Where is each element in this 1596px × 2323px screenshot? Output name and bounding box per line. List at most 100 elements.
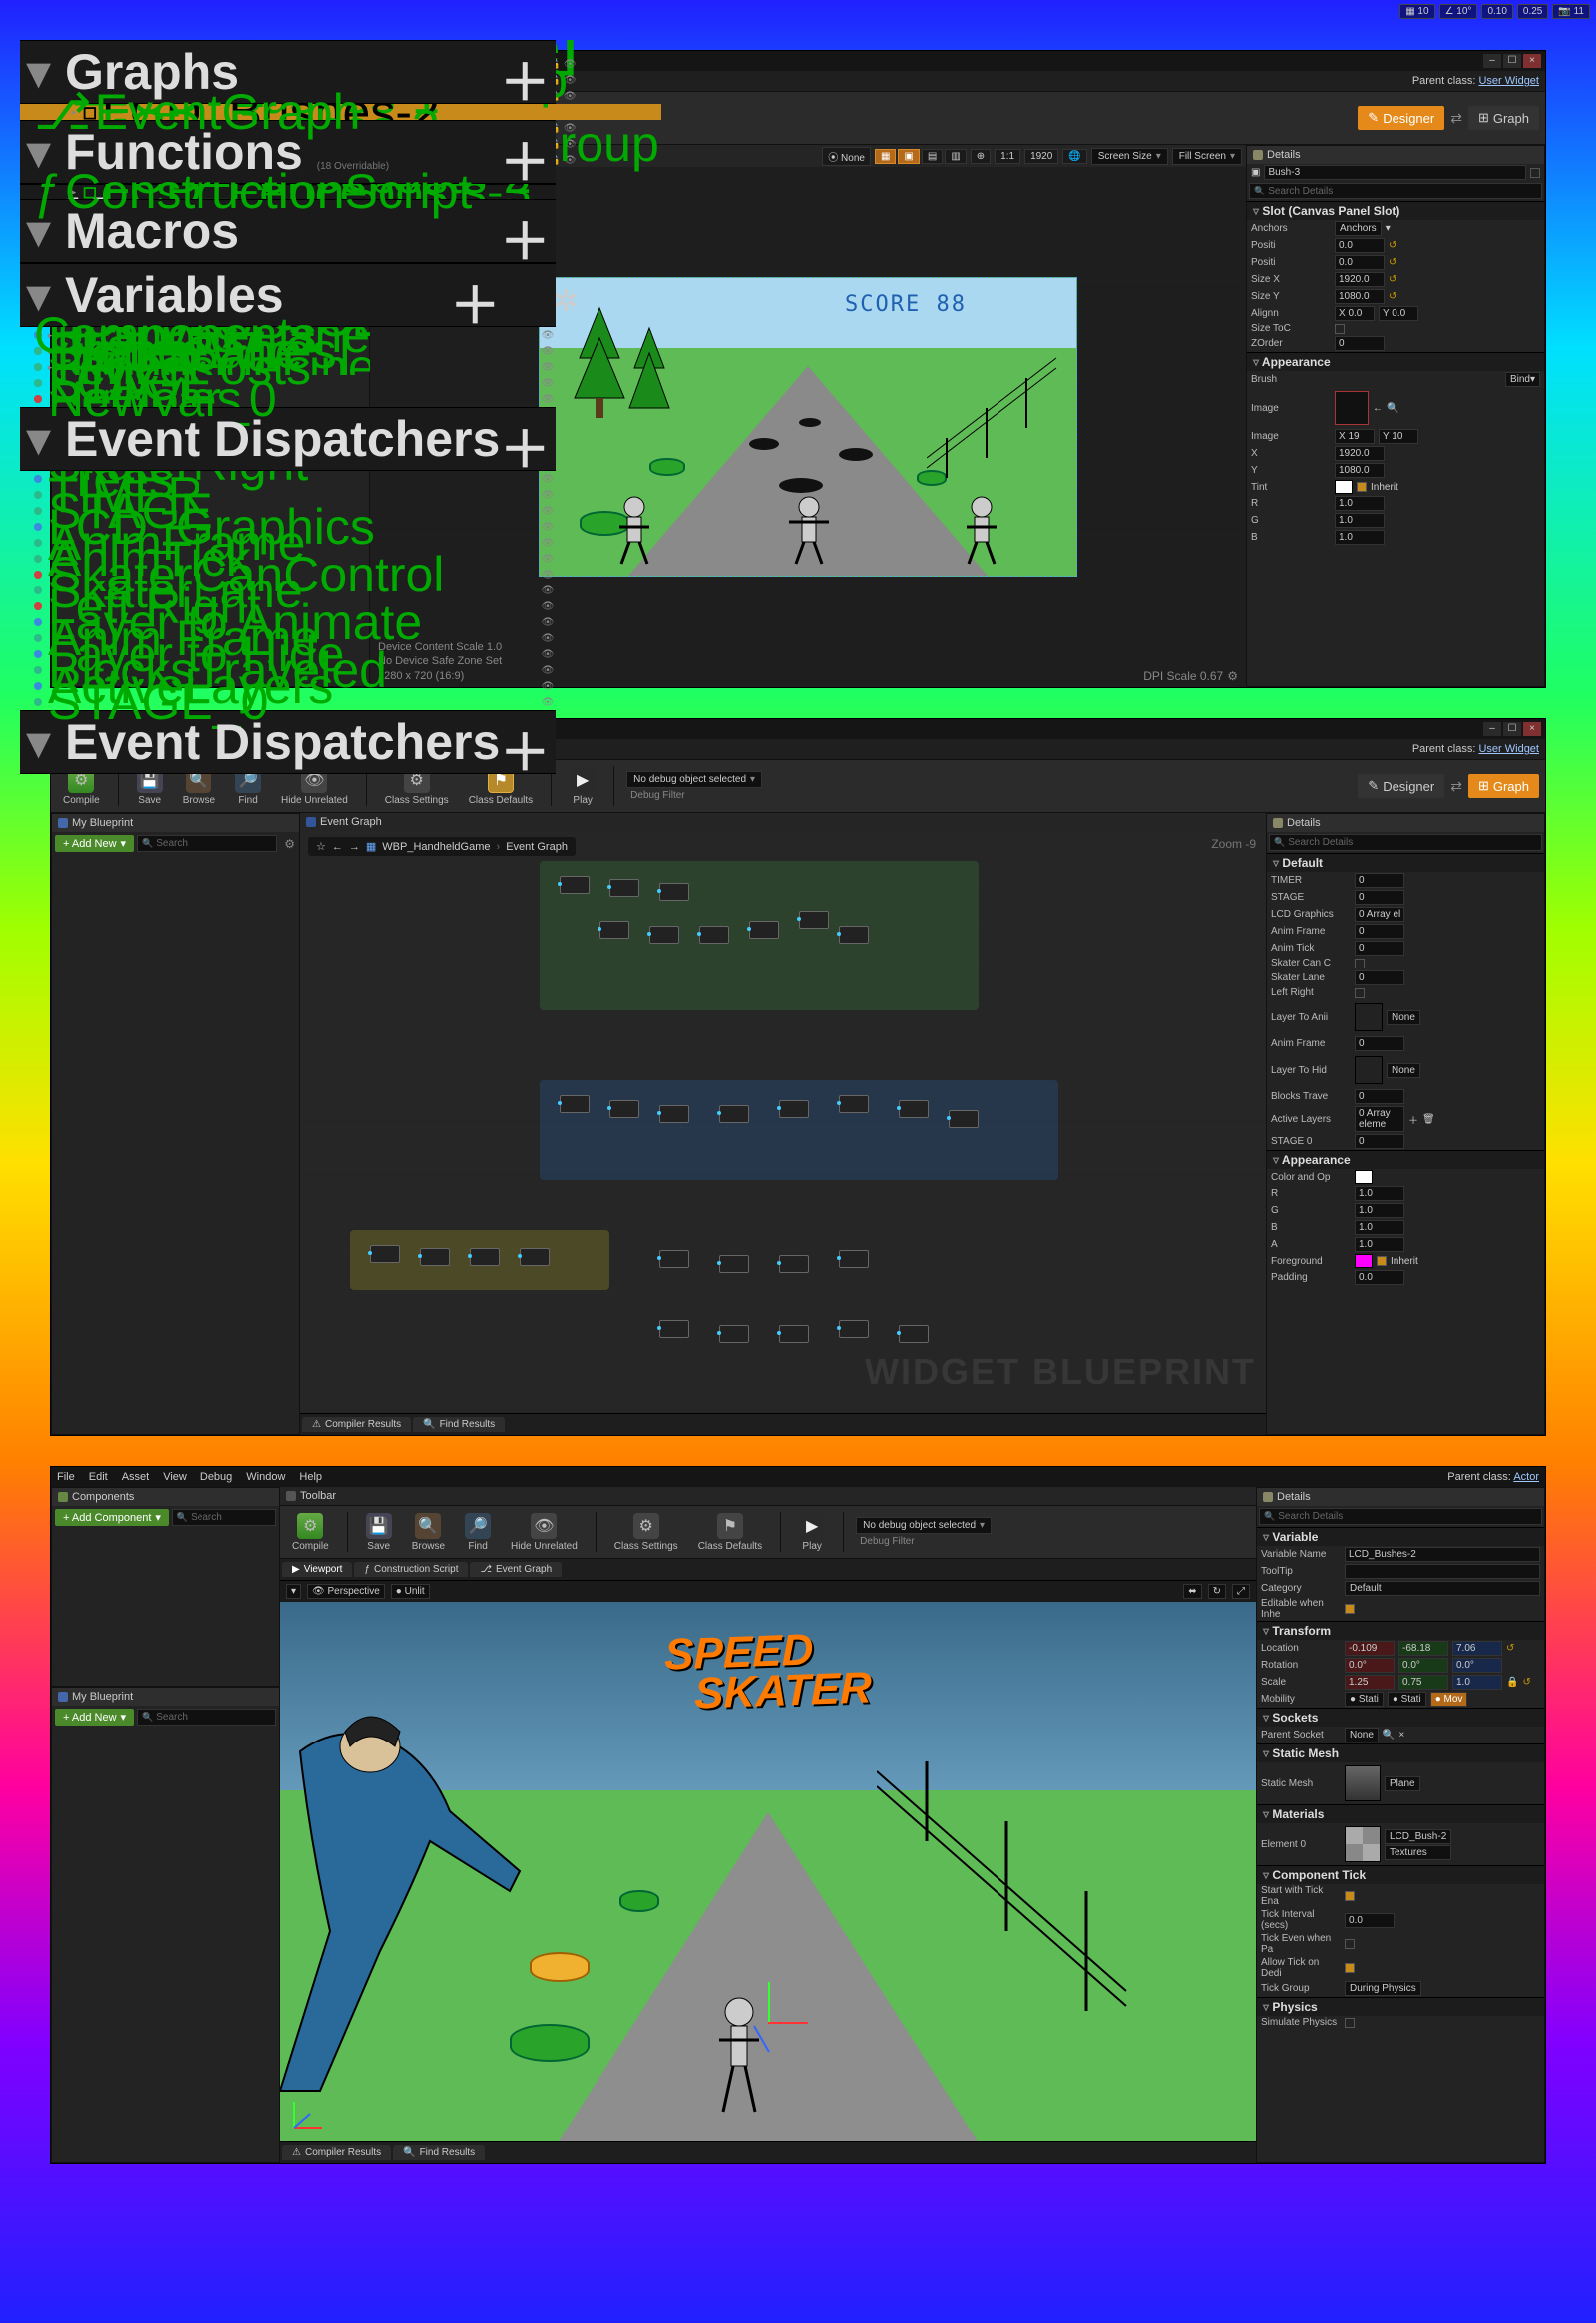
nav-back-icon[interactable]: ☆ <box>316 840 326 853</box>
maximize-button[interactable]: ☐ <box>1503 722 1521 736</box>
minimize-button[interactable]: – <box>1483 722 1501 736</box>
mobility-static[interactable]: ● Stati <box>1345 1692 1384 1707</box>
color-b-input[interactable] <box>1355 1220 1404 1235</box>
reset-icon[interactable]: ↺ <box>1506 1643 1514 1654</box>
minimize-button[interactable]: – <box>1483 54 1501 68</box>
widget-root-frame[interactable]: SCORE 88 ✲ <box>539 277 1077 577</box>
parent-class-link[interactable]: User Widget <box>1478 75 1539 87</box>
socket-combo[interactable]: None <box>1345 1728 1379 1742</box>
appearance-category[interactable]: Appearance <box>1267 1150 1544 1169</box>
img-x-input[interactable] <box>1335 429 1375 444</box>
debug-object-combo[interactable]: No debug object selected <box>856 1517 992 1534</box>
details-category-appearance[interactable]: Appearance <box>1247 352 1544 371</box>
find-results-tab[interactable]: 🔍 Find Results <box>413 1417 505 1432</box>
save-button[interactable]: 💾Save <box>360 1511 398 1554</box>
dispatchers-section[interactable]: Event Dispatchers＋ <box>20 407 556 471</box>
inherit-checkbox[interactable] <box>1377 1256 1387 1266</box>
editable-checkbox[interactable] <box>1345 1604 1355 1614</box>
graph-tab[interactable]: Event Graph <box>300 813 1266 831</box>
clear-icon[interactable]: × <box>1398 1730 1404 1741</box>
snap-chip[interactable]: 0.25 <box>1517 4 1548 19</box>
tint-g-input[interactable] <box>1335 513 1385 528</box>
details-search[interactable]: Search Details <box>1249 183 1542 199</box>
maximize-button[interactable]: ☐ <box>1503 54 1521 68</box>
transform-mode[interactable]: ↻ <box>1208 1584 1226 1599</box>
browse-button[interactable]: 🔍Browse <box>406 1511 451 1554</box>
align-y-input[interactable] <box>1379 306 1418 321</box>
compiler-results-tab[interactable]: ⚠ Compiler Results <box>302 1417 411 1432</box>
vp-layout-btn[interactable]: ▤ <box>922 149 943 164</box>
dispatchers-section[interactable]: Event Dispatchers＋ <box>20 710 556 774</box>
vp-layout-btn[interactable]: ▥ <box>945 149 966 164</box>
loc-y-input[interactable] <box>1398 1641 1448 1656</box>
detail-input[interactable] <box>1355 890 1404 905</box>
add-component-button[interactable]: + Add Component ▾ <box>55 1509 169 1526</box>
nav-arrow-icon[interactable]: ← <box>332 841 343 853</box>
crumb-root[interactable]: WBP_HandheldGame <box>382 841 490 853</box>
fill-screen-combo[interactable]: Fill Screen <box>1172 148 1242 165</box>
snap-chip[interactable]: ▦ 10 <box>1399 4 1434 19</box>
search-icon[interactable]: 🔍 <box>1383 1730 1395 1741</box>
screen-size-combo[interactable]: Screen Size <box>1091 148 1168 165</box>
simulate-physics-checkbox[interactable] <box>1345 2018 1355 2028</box>
graph-canvas[interactable]: ☆ ← → ▦ WBP_HandheldGame › Event Graph Z… <box>300 831 1266 1413</box>
debug-filter-label[interactable]: Debug Filter <box>626 790 762 801</box>
vp-zoom-btn[interactable]: ⊕ <box>971 149 991 164</box>
myblueprint-search[interactable]: Search <box>137 1709 276 1726</box>
asset-combo[interactable]: None <box>1387 1010 1420 1025</box>
animframe-input[interactable] <box>1355 1036 1404 1051</box>
detail-input[interactable] <box>1355 970 1404 985</box>
nav-arrow-icon[interactable]: → <box>349 841 360 853</box>
eventgraph-tab[interactable]: ⎇ Event Graph <box>470 1562 562 1577</box>
details-search[interactable]: Search Details <box>1269 834 1542 851</box>
play-button[interactable]: ▶Play <box>564 765 601 808</box>
3d-viewport[interactable]: SPEEDSKATER <box>280 1602 1256 2141</box>
mobility-movable[interactable]: ● Mov <box>1430 1692 1468 1707</box>
myblueprint-search[interactable]: Search <box>137 835 277 852</box>
add-new-button[interactable]: + Add New ▾ <box>55 1709 134 1726</box>
parent-class-link[interactable]: Actor <box>1513 1471 1539 1483</box>
stage0-input[interactable] <box>1355 1134 1404 1149</box>
reset-icon[interactable]: ↺ <box>1389 291 1396 302</box>
vp-resolution-btn[interactable]: 1920 <box>1024 149 1058 164</box>
tint-b-input[interactable] <box>1335 530 1385 545</box>
debug-object-combo[interactable]: No debug object selected <box>626 771 762 788</box>
rot-z-input[interactable] <box>1452 1658 1502 1673</box>
lit-mode-combo[interactable]: ● Unlit <box>391 1584 430 1599</box>
scl-z-input[interactable] <box>1452 1675 1502 1690</box>
loc-x-input[interactable] <box>1345 1641 1395 1656</box>
blocks-input[interactable] <box>1355 1089 1404 1104</box>
tint-r-input[interactable] <box>1335 496 1385 511</box>
material-combo[interactable]: LCD_Bush-2 <box>1385 1829 1451 1844</box>
transform-mode[interactable]: ⤢ <box>1232 1584 1250 1599</box>
allow-dedi-checkbox[interactable] <box>1345 1963 1355 1973</box>
textures-combo[interactable]: Textures <box>1385 1845 1451 1860</box>
hide-unrelated-button[interactable]: 👁Hide Unrelated <box>505 1511 584 1554</box>
pos-y-input[interactable] <box>1335 255 1385 270</box>
crumb-leaf[interactable]: Event Graph <box>506 841 568 853</box>
parent-class-link[interactable]: User Widget <box>1478 743 1539 755</box>
size-y-input[interactable] <box>1335 289 1385 304</box>
detail-input[interactable] <box>1355 873 1404 888</box>
reset-icon[interactable]: ↺ <box>1389 240 1396 251</box>
mobility-stationary[interactable]: ● Stati <box>1388 1692 1426 1707</box>
transform-mode[interactable]: ⬌ <box>1183 1584 1201 1599</box>
tint-swatch[interactable] <box>1335 480 1353 494</box>
find-button[interactable]: 🔎Find <box>459 1511 497 1554</box>
default-category[interactable]: Default <box>1267 853 1544 872</box>
gear-icon[interactable]: ⚙ <box>1227 669 1238 683</box>
add-new-button[interactable]: + Add New ▾ <box>55 835 134 852</box>
image-thumbnail[interactable] <box>1335 391 1369 425</box>
padding-input[interactable] <box>1355 1270 1404 1285</box>
speed-chip[interactable]: 📷 11 <box>1552 4 1590 19</box>
scl-x-input[interactable] <box>1345 1675 1395 1690</box>
compiler-results-tab[interactable]: ⚠ Compiler Results <box>282 2145 391 2160</box>
construction-tab[interactable]: ƒ Construction Script <box>354 1562 468 1577</box>
zorder-input[interactable] <box>1335 336 1385 351</box>
clear-icon[interactable]: 🗑 <box>1422 1114 1435 1125</box>
viewport-tab[interactable]: ▶ Viewport <box>282 1562 352 1577</box>
asset-combo[interactable]: None <box>1387 1063 1420 1078</box>
designer-mode-button[interactable]: ✎Designer <box>1358 106 1444 130</box>
settings-icon[interactable]: ⚙ <box>280 837 299 851</box>
rot-x-input[interactable] <box>1345 1658 1395 1673</box>
